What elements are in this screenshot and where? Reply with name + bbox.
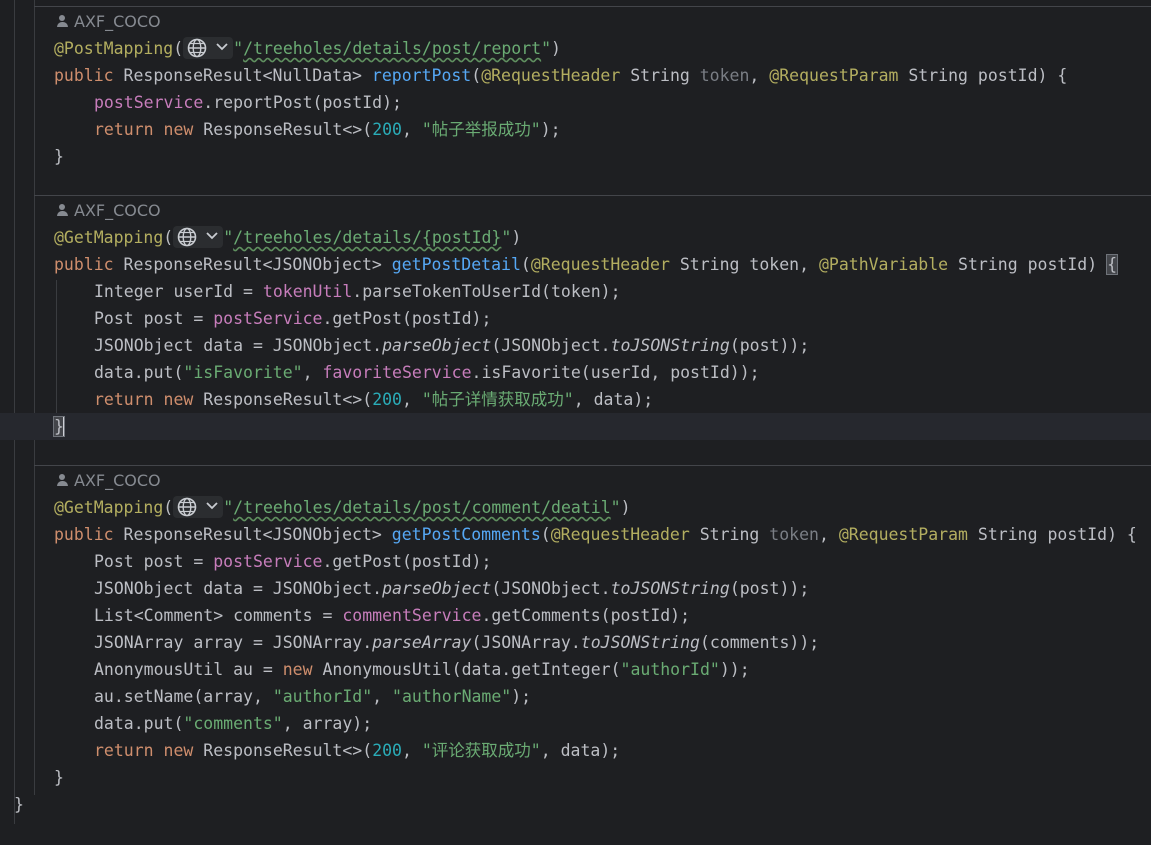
person-icon	[56, 473, 69, 487]
endpoint-chip[interactable]	[183, 37, 234, 59]
person-icon	[56, 14, 69, 28]
method-separator	[34, 6, 1151, 7]
code-author-hint[interactable]: AXF_COCO	[56, 197, 161, 224]
endpoint-url[interactable]: /treeholes/details/{postId}	[233, 228, 501, 247]
method-name[interactable]: getPostComments	[392, 525, 541, 544]
globe-icon	[177, 497, 197, 517]
author-name: AXF_COCO	[74, 201, 161, 220]
code-line[interactable]: Post post = postService.getPost(postId);	[0, 305, 1151, 332]
chevron-down-icon	[216, 43, 228, 51]
code-author-hint[interactable]: AXF_COCO	[56, 467, 161, 494]
annotation: @PostMapping	[54, 39, 174, 58]
code-line[interactable]: JSONObject data = JSONObject.parseObject…	[0, 332, 1151, 359]
endpoint-url[interactable]: /treeholes/details/post/report	[243, 39, 541, 58]
method-name[interactable]: getPostDetail	[392, 255, 521, 274]
code-line[interactable]: }	[0, 764, 1151, 791]
code-line[interactable]: return new ResponseResult<>(200, "帖子举报成功…	[0, 116, 1151, 143]
globe-icon	[177, 227, 197, 247]
method-separator	[34, 195, 1151, 196]
code-line[interactable]: AnonymousUtil au = new AnonymousUtil(dat…	[0, 656, 1151, 683]
author-name: AXF_COCO	[74, 471, 161, 490]
code-line[interactable]: data.put("comments", array);	[0, 710, 1151, 737]
code-line[interactable]: List<Comment> comments = commentService.…	[0, 602, 1151, 629]
code-line[interactable]: Post post = postService.getPost(postId);	[0, 548, 1151, 575]
code-line[interactable]: JSONArray array = JSONArray.parseArray(J…	[0, 629, 1151, 656]
person-icon	[56, 203, 69, 217]
endpoint-chip[interactable]	[173, 226, 224, 248]
code-line[interactable]: public ResponseResult<JSONObject> getPos…	[0, 251, 1151, 278]
code-line[interactable]: return new ResponseResult<>(200, "帖子详情获取…	[0, 386, 1151, 413]
code-line[interactable]: data.put("isFavorite", favoriteService.i…	[0, 359, 1151, 386]
code-author-hint[interactable]: AXF_COCO	[56, 8, 161, 35]
code-line[interactable]: }	[0, 791, 1151, 818]
code-line[interactable]: @GetMapping("/treeholes/details/post/com…	[0, 494, 1151, 521]
matched-brace: {	[1106, 254, 1118, 275]
annotation: @GetMapping	[54, 228, 164, 247]
method-separator	[34, 465, 1151, 466]
code-line[interactable]: public ResponseResult<NullData> reportPo…	[0, 62, 1151, 89]
code-line[interactable]: @PostMapping("/treeholes/details/post/re…	[0, 35, 1151, 62]
code-line[interactable]: au.setName(array, "authorId", "authorNam…	[0, 683, 1151, 710]
code-line[interactable]: Integer userId = tokenUtil.parseTokenToU…	[0, 278, 1151, 305]
code-line[interactable]: JSONObject data = JSONObject.parseObject…	[0, 575, 1151, 602]
code-line[interactable]: }	[0, 143, 1151, 170]
current-line[interactable]: }	[0, 413, 1151, 440]
code-line[interactable]: @GetMapping("/treeholes/details/{postId}…	[0, 224, 1151, 251]
text-caret	[62, 417, 65, 436]
chevron-down-icon	[206, 502, 218, 510]
code-line[interactable]: return new ResponseResult<>(200, "评论获取成功…	[0, 737, 1151, 764]
code-line[interactable]: postService.reportPost(postId);	[0, 89, 1151, 116]
endpoint-chip[interactable]	[173, 496, 224, 518]
endpoint-url[interactable]: /treeholes/details/post/comment/deatil	[233, 498, 611, 517]
chevron-down-icon	[206, 232, 218, 240]
code-line[interactable]: public ResponseResult<JSONObject> getPos…	[0, 521, 1151, 548]
method-name[interactable]: reportPost	[372, 66, 471, 85]
author-name: AXF_COCO	[74, 12, 161, 31]
globe-icon	[187, 38, 207, 58]
annotation: @GetMapping	[54, 498, 164, 517]
